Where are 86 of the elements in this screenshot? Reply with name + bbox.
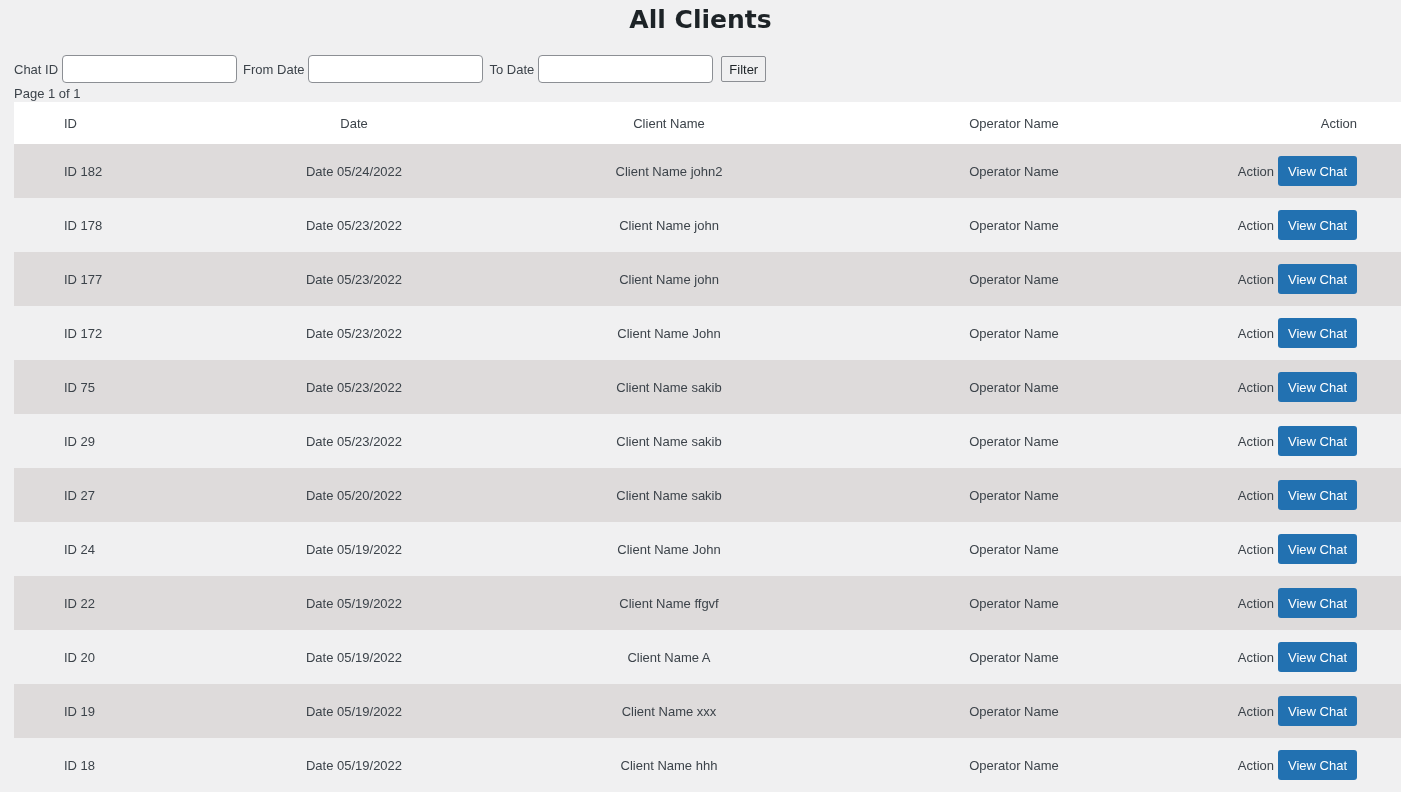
table-cell-text: ID 27 (63, 487, 96, 503)
view-chat-button[interactable]: View Chat (1278, 318, 1357, 348)
table-cell-text: ID 177 (63, 271, 103, 287)
table-cell-text: ID 18 (63, 757, 96, 773)
view-chat-button[interactable]: View Chat (1278, 588, 1357, 618)
table-cell: Action (1237, 325, 1274, 341)
table-cell: Client Name John (617, 325, 721, 341)
table-cell: Action (1237, 433, 1274, 449)
table-cell-text: ID 178 (63, 217, 103, 233)
table-cell: Action (1237, 271, 1274, 287)
table-cell-text: ID 24 (63, 541, 96, 557)
page-info: Page 1 of 1 (13, 85, 82, 102)
view-chat-button[interactable]: View Chat (1278, 264, 1357, 294)
table-cell: Action (1237, 541, 1274, 557)
table-cell: Operator Name (969, 163, 1059, 179)
filter-label: From Date (243, 61, 305, 77)
table-cell: Client Name xxx (621, 703, 717, 719)
table-cell: Operator Name (969, 541, 1059, 557)
table-cell: Action (1237, 487, 1274, 503)
filter-input[interactable] (308, 55, 484, 83)
table-cell-text: ID 29 (63, 433, 96, 449)
view-chat-button[interactable]: View Chat (1278, 750, 1357, 780)
table-cell: Action (1237, 703, 1274, 719)
table-cell: Date 05/19/2022 (305, 595, 403, 611)
table-cell: Action (1237, 217, 1274, 233)
table-cell: Client Name sakib (616, 433, 722, 449)
table-cell: Date 05/20/2022 (305, 487, 403, 503)
table-cell: Action (1237, 379, 1274, 395)
view-chat-button[interactable]: View Chat (1278, 480, 1357, 510)
table-cell: Date 05/23/2022 (305, 379, 403, 395)
table-cell: Operator Name (969, 703, 1059, 719)
column-header: Action (1320, 115, 1358, 131)
filter-button[interactable]: Filter (721, 56, 767, 82)
table-cell: Action (1237, 163, 1274, 179)
table-cell: Client Name ffgvf (619, 595, 719, 611)
column-header: Date (340, 115, 368, 131)
view-chat-button[interactable]: View Chat (1278, 210, 1357, 240)
table-cell: Date 05/23/2022 (305, 217, 403, 233)
table-cell: Action (1237, 757, 1274, 773)
table-cell: Action (1237, 649, 1274, 665)
table-cell: Operator Name (969, 379, 1059, 395)
table-cell-text: ID 19 (63, 703, 96, 719)
table-cell: Operator Name (969, 649, 1059, 665)
table-cell: Operator Name (969, 271, 1059, 287)
table-cell: Operator Name (969, 325, 1059, 341)
table-cell: Date 05/23/2022 (305, 271, 403, 287)
table-cell: Date 05/19/2022 (305, 541, 403, 557)
table-cell: Operator Name (969, 595, 1059, 611)
page-title: All Clients (628, 4, 773, 36)
table-cell: Operator Name (969, 217, 1059, 233)
view-chat-button[interactable]: View Chat (1278, 156, 1357, 186)
table-cell: Client Name sakib (616, 379, 722, 395)
view-chat-button[interactable]: View Chat (1278, 372, 1357, 402)
table-cell-text: ID 22 (63, 595, 96, 611)
filter-label: Chat ID (14, 61, 59, 77)
table-cell-text: ID 20 (63, 649, 96, 665)
table-cell: Date 05/23/2022 (305, 325, 403, 341)
filter-input[interactable] (62, 55, 238, 83)
view-chat-button[interactable]: View Chat (1278, 696, 1357, 726)
column-header: Operator Name (969, 115, 1059, 131)
table-cell: Operator Name (969, 487, 1059, 503)
table-cell: Date 05/19/2022 (305, 757, 403, 773)
view-chat-button[interactable]: View Chat (1278, 642, 1357, 672)
table-cell: Client Name john (619, 217, 719, 233)
table-cell: Date 05/23/2022 (305, 433, 403, 449)
table-cell: Client Name john2 (615, 163, 723, 179)
table-cell: Date 05/24/2022 (305, 163, 403, 179)
table-cell-text: ID 172 (63, 325, 103, 341)
table-cell: Client Name John (617, 541, 721, 557)
filter-label: To Date (489, 61, 535, 77)
table-cell: Client Name john (619, 271, 719, 287)
column-header: ID (63, 115, 77, 131)
table-cell: Client Name hhh (620, 757, 718, 773)
table-cell: Action (1237, 595, 1274, 611)
table-cell: Date 05/19/2022 (305, 649, 403, 665)
table-cell: Client Name A (627, 649, 711, 665)
filter-input[interactable] (538, 55, 714, 83)
column-header: Client Name (633, 115, 705, 131)
table-cell: Operator Name (969, 433, 1059, 449)
table-cell-text: ID 182 (63, 163, 103, 179)
table-cell: Operator Name (969, 757, 1059, 773)
table-cell-text: ID 75 (63, 379, 96, 395)
table-cell: Client Name sakib (616, 487, 722, 503)
view-chat-button[interactable]: View Chat (1278, 534, 1357, 564)
view-chat-button[interactable]: View Chat (1278, 426, 1357, 456)
table-cell: Date 05/19/2022 (305, 703, 403, 719)
